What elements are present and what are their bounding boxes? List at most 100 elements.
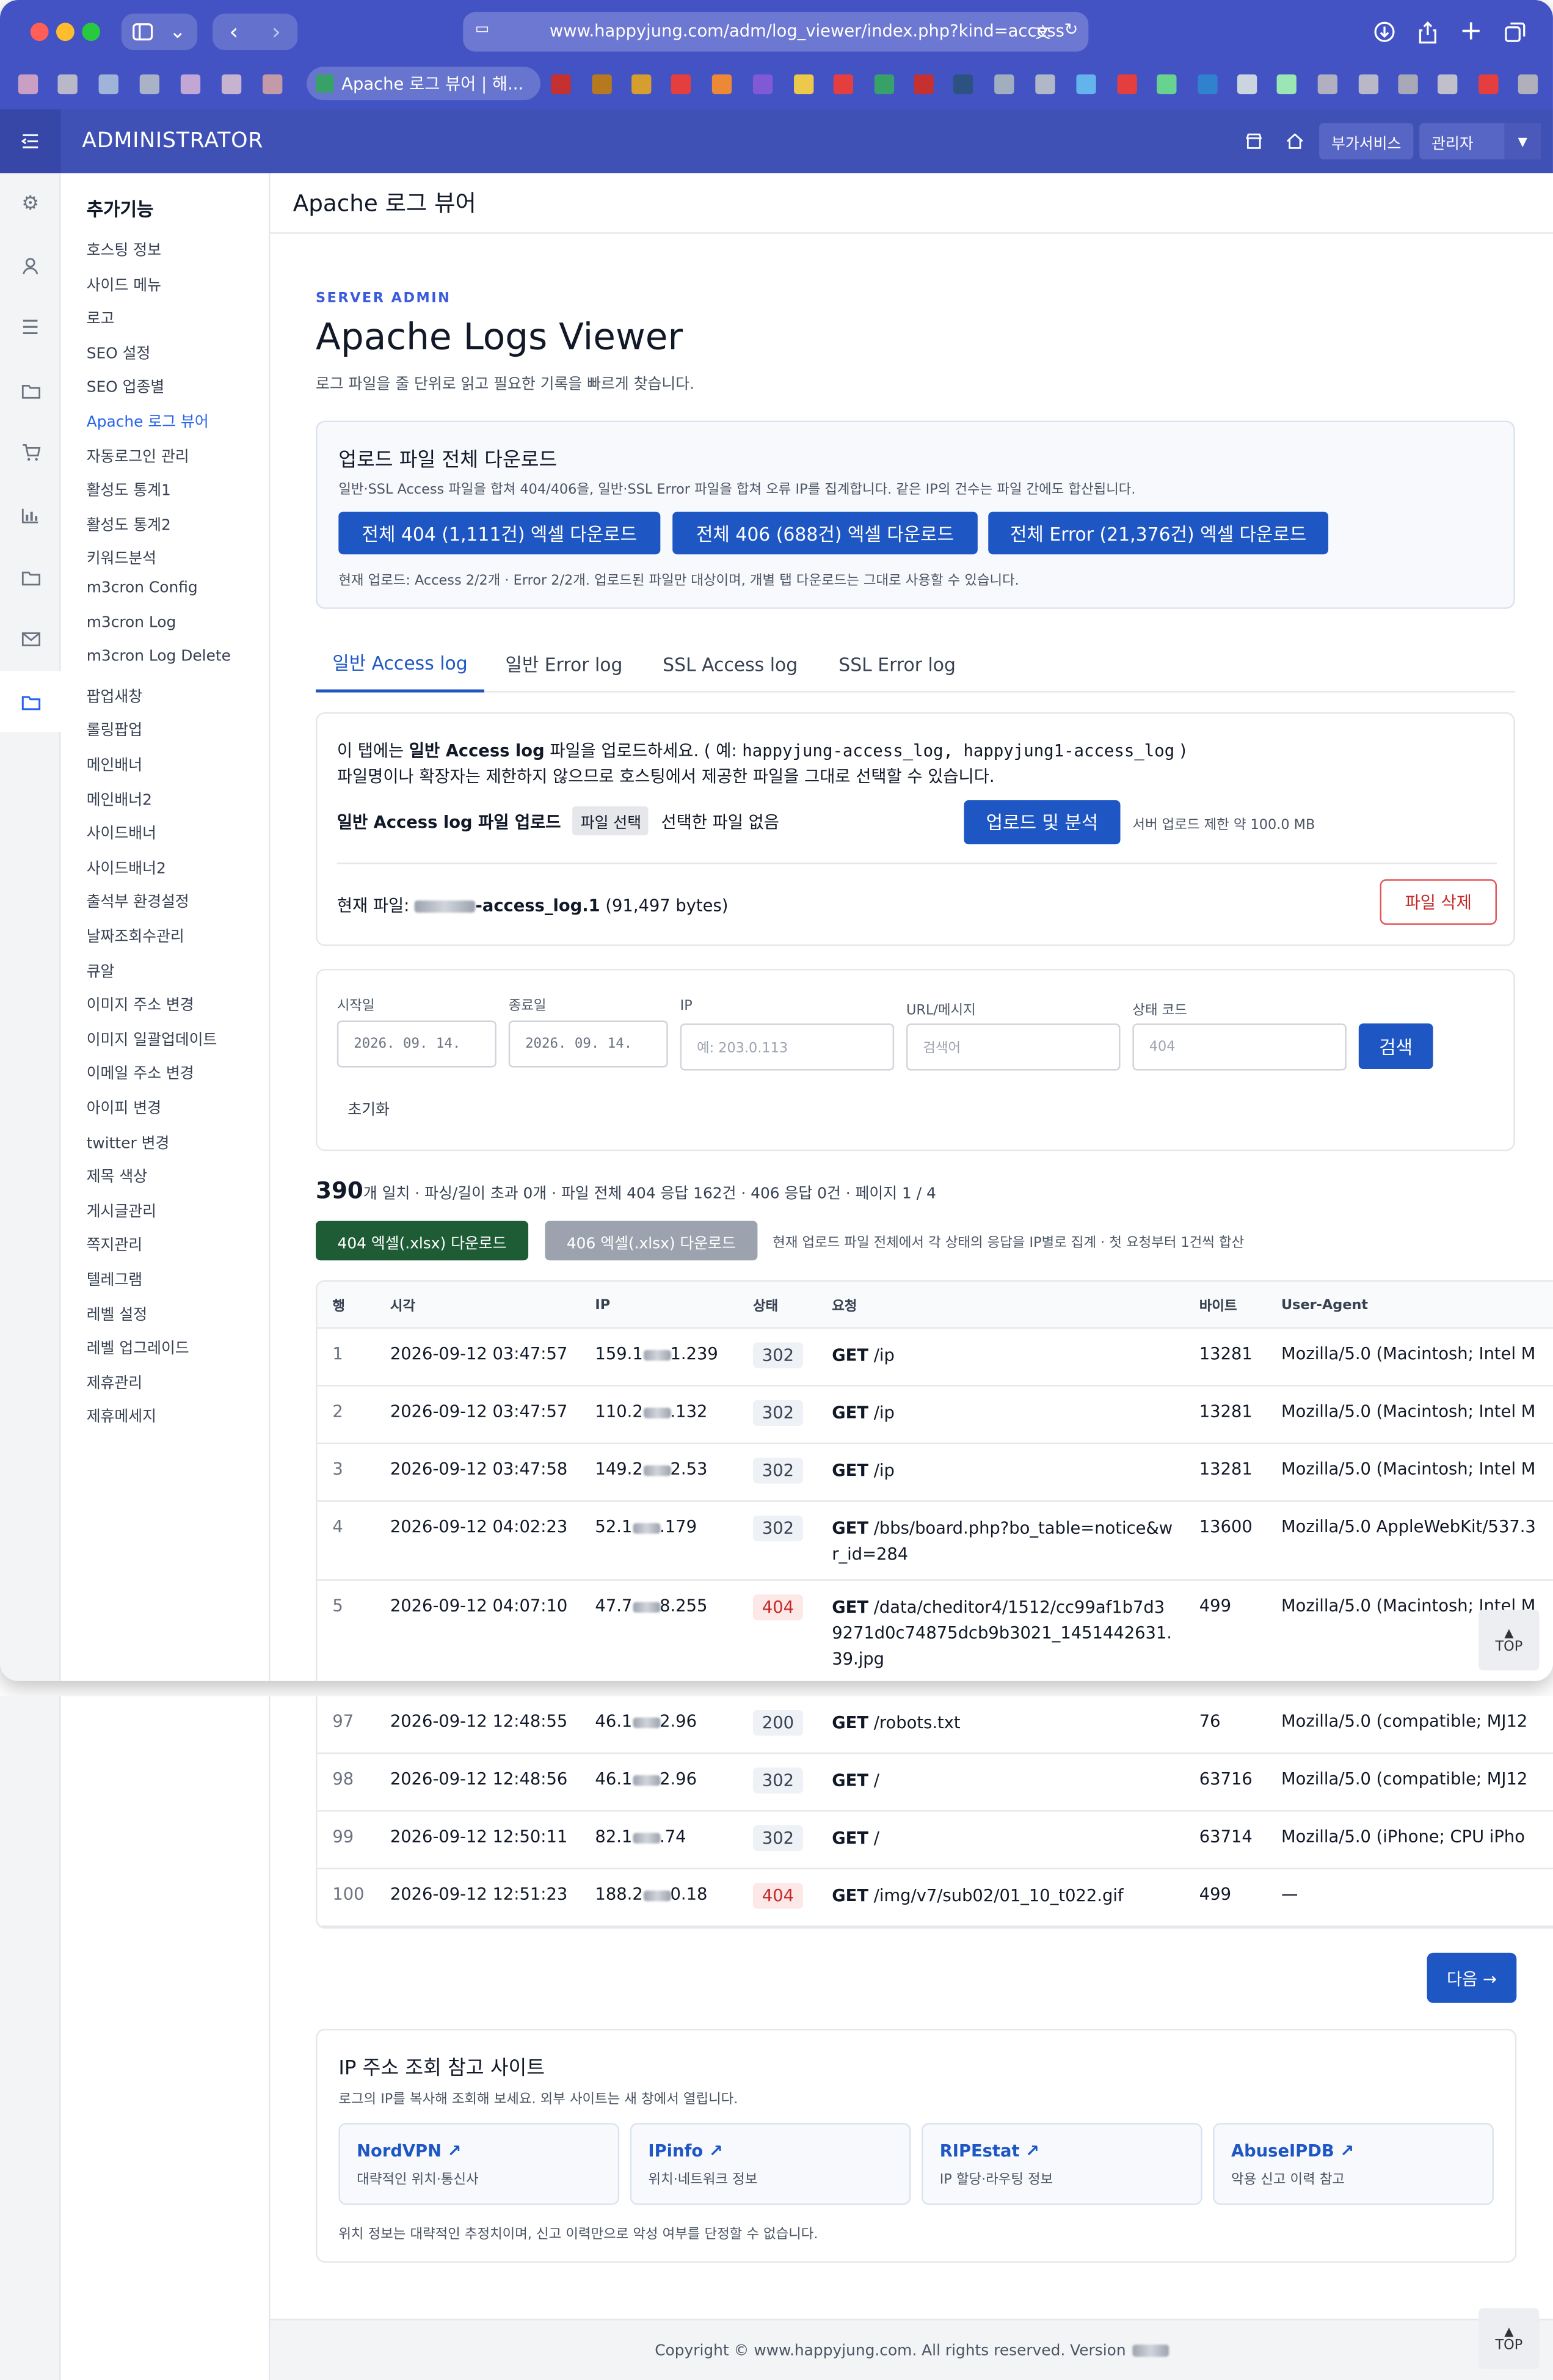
sidebar-item[interactable]: 호스팅 정보	[87, 237, 161, 260]
sidebar-item[interactable]: 팝업새창	[87, 683, 143, 706]
folder-icon[interactable]	[0, 547, 60, 607]
sidebar-item[interactable]: 날짜조회수관리	[87, 923, 184, 946]
services-button[interactable]: 부가서비스	[1319, 123, 1414, 160]
close-window-button[interactable]	[30, 23, 49, 42]
pinned-tab-icon[interactable]	[1398, 74, 1418, 95]
row-ip[interactable]: 159.1 1.239	[595, 1344, 718, 1363]
ip-site-abuseipdb[interactable]: AbuseIPDB ↗ 악용 신고 이력 참고	[1213, 2123, 1494, 2205]
pinned-tab-icon[interactable]	[671, 74, 691, 95]
folder-open-icon[interactable]	[0, 671, 61, 732]
end-date-input[interactable]: 2026. 09. 14.	[508, 1020, 668, 1068]
sidebar-item[interactable]: 쪽지관리	[87, 1232, 143, 1255]
status-code-input[interactable]: 404	[1132, 1023, 1347, 1071]
tab-overview-icon[interactable]	[1501, 18, 1529, 46]
user-icon[interactable]	[0, 235, 60, 296]
pinned-tab-icon[interactable]	[752, 74, 773, 95]
sidebar-item[interactable]: Apache 로그 뷰어	[87, 409, 209, 431]
sidebar-item[interactable]: 게시글관리	[87, 1198, 156, 1221]
pinned-tab-icon[interactable]	[551, 74, 571, 95]
pinned-tab-icon[interactable]	[1518, 74, 1538, 95]
back-icon[interactable]: ‹	[220, 18, 247, 46]
tab-normal-error[interactable]: 일반 Error log	[492, 637, 636, 693]
row-ip[interactable]: 110.2 .132	[595, 1401, 707, 1421]
url-input[interactable]: 검색어	[906, 1023, 1121, 1071]
pinned-tab-icon[interactable]	[592, 74, 612, 95]
pinned-tab-icon[interactable]	[1237, 74, 1257, 95]
excel-406-button[interactable]: 406 엑셀(.xlsx) 다운로드	[545, 1221, 758, 1261]
store-icon[interactable]	[1242, 129, 1266, 153]
pinned-tab-icon[interactable]	[139, 74, 160, 95]
reload-icon[interactable]: ↻	[1064, 20, 1078, 39]
minimize-window-button[interactable]	[56, 23, 75, 42]
pinned-tab-icon[interactable]	[1358, 74, 1379, 95]
tab-ssl-error[interactable]: SSL Error log	[826, 637, 969, 693]
sidebar-item[interactable]: 사이드 메뉴	[87, 271, 161, 294]
pinned-tab-icon[interactable]	[263, 74, 283, 95]
download-icon[interactable]	[1371, 18, 1398, 46]
tab-normal-access[interactable]: 일반 Access log	[316, 637, 484, 693]
sidebar-item[interactable]: 이미지 일괄업데이트	[87, 1026, 217, 1049]
sidebar-item[interactable]: 로고	[87, 305, 115, 328]
download-all-406-button[interactable]: 전체 406 (688건) 엑셀 다운로드	[672, 511, 978, 555]
pinned-tab-icon[interactable]	[1438, 74, 1458, 95]
pinned-tab-icon[interactable]	[1157, 74, 1177, 95]
upload-analyze-button[interactable]: 업로드 및 분석	[964, 800, 1121, 845]
row-ip[interactable]: 188.2 0.18	[595, 1885, 707, 1904]
mail-icon[interactable]	[0, 609, 60, 670]
sidebar-item[interactable]: m3cron Log Delete	[87, 649, 231, 665]
sidebar-item[interactable]: 레벨 업그레이드	[87, 1335, 189, 1357]
row-ip[interactable]: 47.7 8.255	[595, 1596, 707, 1616]
scroll-top-button-bottom[interactable]: ▲ TOP	[1478, 2308, 1540, 2369]
sidebar-item[interactable]: m3cron Config	[87, 580, 198, 597]
pinned-tab-icon[interactable]	[874, 74, 895, 95]
settings-icon[interactable]: ⚙	[0, 173, 60, 233]
row-ip[interactable]: 46.1 2.96	[595, 1711, 697, 1731]
sidebar-item[interactable]: 이메일 주소 변경	[87, 1060, 194, 1083]
sidebar-item[interactable]: 제목 색상	[87, 1164, 147, 1186]
admin-user-menu[interactable]: 관리자 ▼	[1419, 123, 1541, 160]
share-icon[interactable]	[1413, 18, 1441, 46]
pinned-tab-icon[interactable]	[1117, 74, 1137, 95]
cart-icon[interactable]	[0, 422, 60, 483]
pinned-tab-icon[interactable]	[57, 74, 78, 95]
pinned-tab-icon[interactable]	[711, 74, 732, 95]
active-tab[interactable]: Apache 로그 뷰어 | 해...	[307, 67, 540, 101]
sidebar-item[interactable]: m3cron Log	[87, 615, 176, 631]
pinned-tab-icon[interactable]	[1035, 74, 1055, 95]
sidebar-item[interactable]: SEO 업종별	[87, 374, 165, 396]
start-date-input[interactable]: 2026. 09. 14.	[336, 1020, 496, 1068]
pinned-tab-icon[interactable]	[18, 74, 38, 95]
sidebar-item[interactable]: 큐알	[87, 958, 115, 980]
row-ip[interactable]: 82.1 .74	[595, 1827, 686, 1846]
pinned-tab-icon[interactable]	[98, 74, 118, 95]
sidebar-item[interactable]: 활성도 통계2	[87, 511, 171, 534]
sidebar-item[interactable]: twitter 변경	[87, 1129, 170, 1152]
address-bar[interactable]: ▭ www.happyjung.com/adm/log_viewer/index…	[463, 12, 1089, 52]
pinned-tab-icon[interactable]	[994, 74, 1014, 95]
pinned-tab-icon[interactable]	[1317, 74, 1337, 95]
row-ip[interactable]: 149.2 2.53	[595, 1459, 707, 1479]
list-icon[interactable]: ☰	[0, 298, 60, 358]
chart-icon[interactable]	[0, 484, 60, 545]
sidebar-item[interactable]: 키워드분석	[87, 546, 156, 568]
sidebar-item[interactable]: 제휴메세지	[87, 1404, 156, 1426]
sidebar-item[interactable]: 메인배너2	[87, 786, 152, 809]
admin-title[interactable]: ADMINISTRATOR	[60, 109, 271, 173]
ip-site-ipinfo[interactable]: IPinfo ↗ 위치·네트워크 정보	[630, 2123, 911, 2205]
ip-input[interactable]: 예: 203.0.113	[680, 1023, 895, 1071]
pinned-tab-icon[interactable]	[631, 74, 652, 95]
forward-icon[interactable]: ›	[263, 18, 290, 46]
new-tab-icon[interactable]: +	[1457, 15, 1485, 46]
sidebar-item[interactable]: 메인배너	[87, 751, 143, 774]
sidebar-item[interactable]: 텔레그램	[87, 1266, 143, 1289]
scroll-top-button[interactable]: ▲ TOP	[1478, 1609, 1540, 1671]
search-button[interactable]: 검색	[1358, 1023, 1433, 1070]
pinned-tab-icon[interactable]	[1198, 74, 1218, 95]
sidebar-item[interactable]: 출석부 환경설정	[87, 889, 189, 911]
tab-ssl-access[interactable]: SSL Access log	[650, 637, 810, 693]
sidebar-item[interactable]: 활성도 통계1	[87, 477, 171, 500]
download-all-404-button[interactable]: 전체 404 (1,111건) 엑셀 다운로드	[338, 511, 661, 555]
pinned-tab-icon[interactable]	[1478, 74, 1499, 95]
menu-toggle-button[interactable]	[0, 109, 61, 173]
pinned-tab-icon[interactable]	[180, 74, 201, 95]
